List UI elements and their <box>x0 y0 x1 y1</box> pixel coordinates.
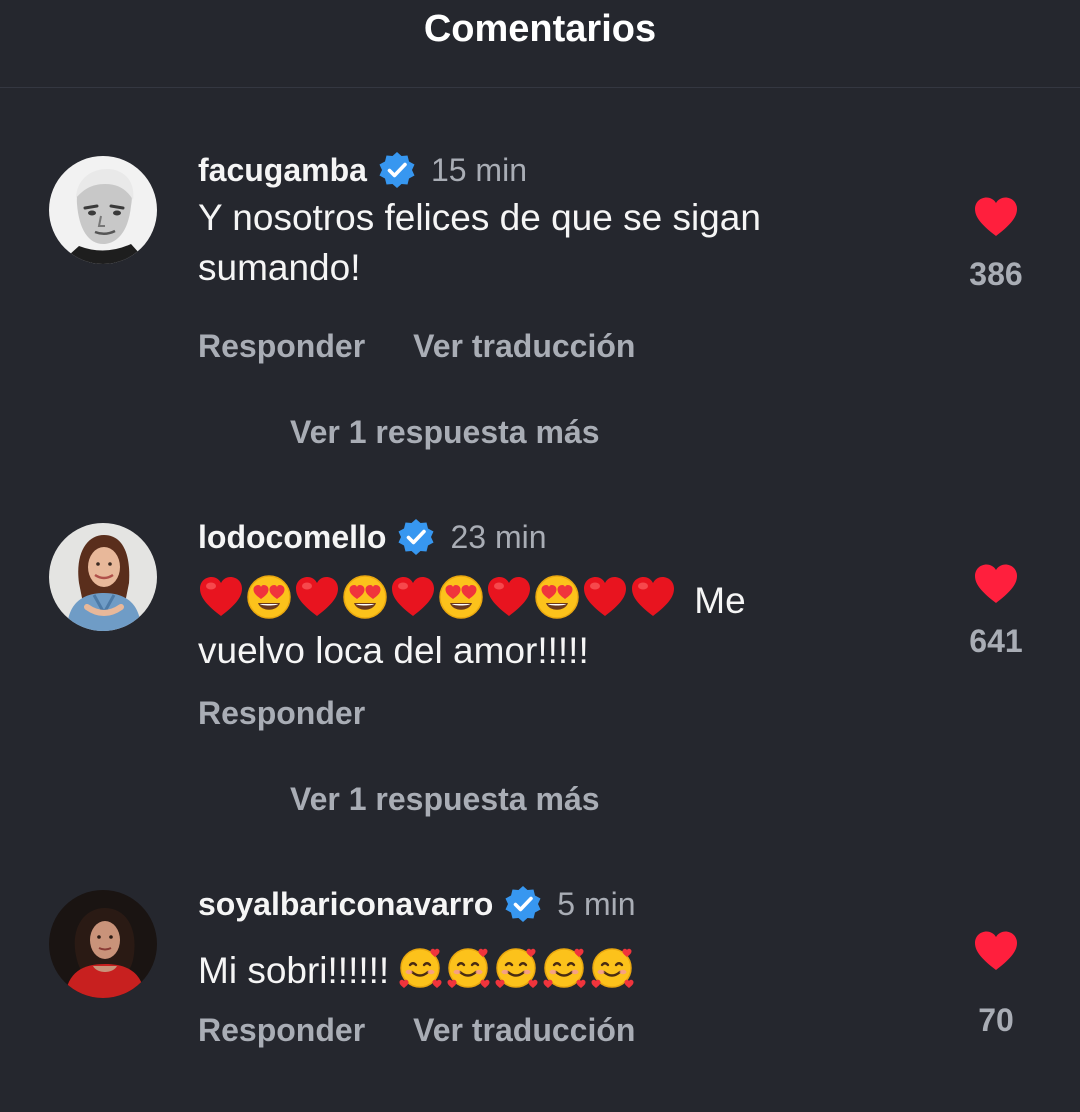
heart-icon[interactable] <box>973 930 1019 972</box>
like-control: 641 <box>958 563 1034 660</box>
red-heart-icon <box>294 574 340 620</box>
red-heart-icon <box>390 574 436 620</box>
smiling-face-with-hearts-icon <box>541 944 587 990</box>
like-count: 70 <box>978 1002 1014 1038</box>
comment-meta: soyalbariconavarro 5 min <box>198 882 636 926</box>
reply-button[interactable]: Responder <box>198 328 365 365</box>
translate-button[interactable]: Ver traducción <box>413 1012 635 1049</box>
like-control: 386 <box>958 196 1034 293</box>
smiling-face-with-hearts-icon <box>589 944 635 990</box>
heart-eyes-icon <box>342 574 388 620</box>
view-more-replies-button[interactable]: Ver 1 respuesta más <box>290 414 600 451</box>
smiling-face-with-hearts-icon <box>445 944 491 990</box>
avatar[interactable] <box>49 523 157 631</box>
comment-item: soyalbariconavarro 5 min Mi sobri!!!!!! … <box>0 882 1080 1082</box>
comment-actions: Responder Ver traducción <box>198 328 683 365</box>
comment-meta: lodocomello 23 min <box>198 515 547 559</box>
translate-button[interactable]: Ver traducción <box>413 328 635 365</box>
smiling-face-with-hearts-icon <box>397 944 443 990</box>
comment-text: Me vuelvo loca del amor!!!!! <box>198 574 918 676</box>
avatar[interactable] <box>49 890 157 998</box>
username[interactable]: facugamba <box>198 152 367 189</box>
heart-icon[interactable] <box>973 196 1019 238</box>
comment-item: facugamba 15 min Y nosotros felices de q… <box>0 148 1080 451</box>
like-count: 641 <box>969 623 1023 659</box>
comment-text-fragment: Me <box>694 580 746 621</box>
verified-badge-icon <box>377 150 417 190</box>
heart-eyes-icon <box>246 574 292 620</box>
comment-text-line: Y nosotros felices de que se sigan <box>198 197 761 238</box>
comment-actions: Responder <box>198 695 413 732</box>
comments-header: Comentarios <box>0 0 1080 88</box>
comment-text-line: Mi sobri!!!!!! <box>198 944 898 996</box>
username[interactable]: lodocomello <box>198 519 386 556</box>
red-heart-icon <box>486 574 532 620</box>
avatar[interactable] <box>49 156 157 264</box>
comment-text: Y nosotros felices de que se sigan suman… <box>198 193 898 293</box>
verified-badge-icon <box>396 517 436 557</box>
red-heart-icon <box>198 574 244 620</box>
comment-item: lodocomello 23 min Me vuelvo loca del am… <box>0 515 1080 818</box>
username[interactable]: soyalbariconavarro <box>198 886 493 923</box>
reply-button[interactable]: Responder <box>198 1012 365 1049</box>
comment-text-line: sumando! <box>198 247 361 288</box>
like-count: 386 <box>969 256 1023 292</box>
page-title: Comentarios <box>423 8 657 50</box>
smiling-face-with-hearts-icon <box>493 944 539 990</box>
red-heart-icon <box>582 574 628 620</box>
comment-text-fragment: Mi sobri!!!!!! <box>198 950 390 991</box>
heart-icon[interactable] <box>973 563 1019 605</box>
comment-text-line: Me <box>198 574 918 626</box>
reply-button[interactable]: Responder <box>198 695 365 732</box>
comment-time: 15 min <box>430 151 527 188</box>
comment-text-line: vuelvo loca del amor!!!!! <box>198 630 589 671</box>
comment-meta: facugamba 15 min <box>198 148 527 192</box>
view-more-replies-button[interactable]: Ver 1 respuesta más <box>290 781 600 818</box>
comment-text: Mi sobri!!!!!! <box>198 944 898 996</box>
like-control: 70 <box>958 930 1034 1039</box>
verified-badge-icon <box>503 884 543 924</box>
comment-actions: Responder Ver traducción <box>198 1012 683 1049</box>
comment-time: 23 min <box>450 518 547 555</box>
red-heart-icon <box>630 574 676 620</box>
heart-eyes-icon <box>438 574 484 620</box>
comment-time: 5 min <box>557 885 636 922</box>
heart-eyes-icon <box>534 574 580 620</box>
